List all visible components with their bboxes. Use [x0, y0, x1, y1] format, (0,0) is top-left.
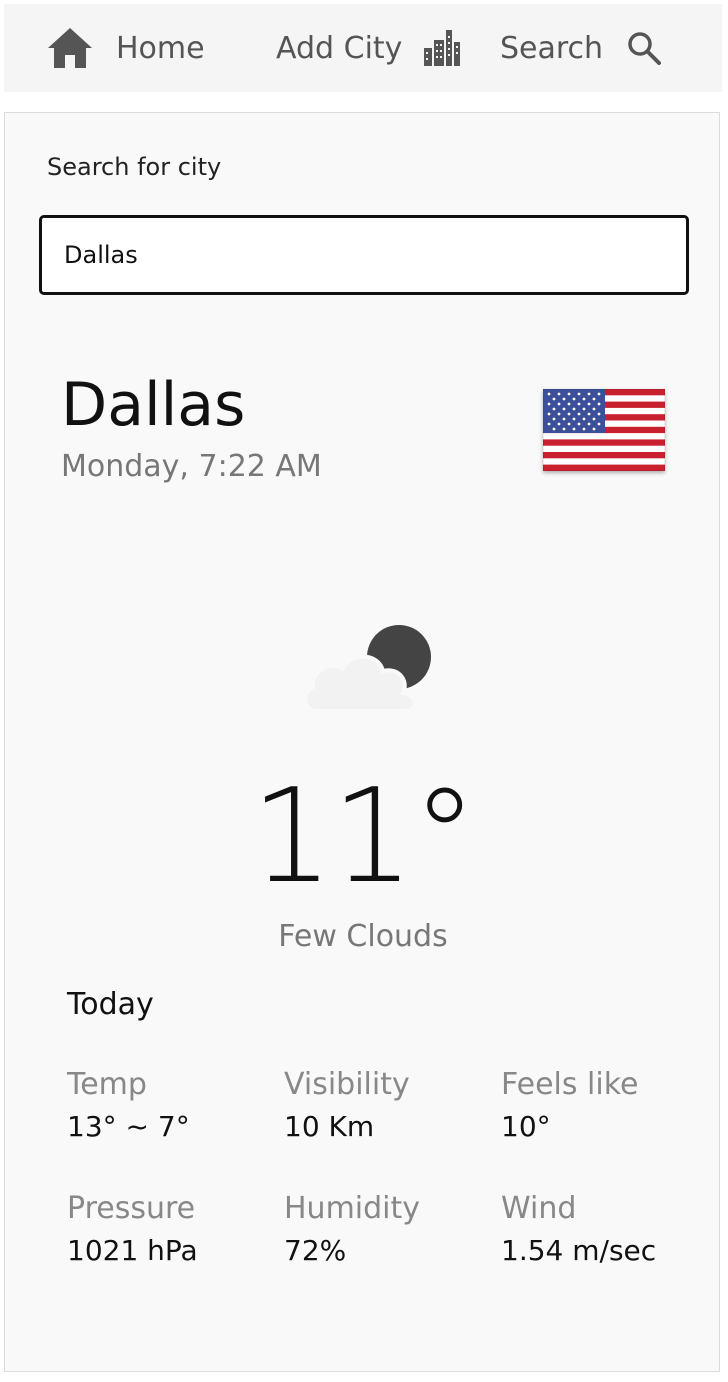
- today-heading: Today: [67, 987, 154, 1022]
- city-buildings-icon: [422, 28, 462, 68]
- top-nav: Home Add City Search: [4, 4, 722, 92]
- weather-condition: Few Clouds: [278, 919, 448, 954]
- stat-label: Visibility: [284, 1067, 410, 1102]
- stat-value: 10 Km: [284, 1110, 375, 1143]
- stat-value: 72%: [284, 1234, 347, 1267]
- stat-label: Pressure: [67, 1191, 196, 1226]
- stat-value: 10°: [501, 1110, 551, 1143]
- weather-card: Search for city Dallas Monday, 7:22 AM: [4, 112, 720, 1372]
- stat-temp: Temp 13° ~ 7°: [67, 1065, 267, 1147]
- nav-search-label: Search: [500, 30, 604, 66]
- city-name: Dallas: [61, 370, 246, 440]
- stat-feels-like: Feels like 10°: [501, 1065, 701, 1147]
- nav-home-link[interactable]: Home: [46, 4, 205, 92]
- stat-humidity: Humidity 72%: [284, 1189, 484, 1271]
- city-search-input[interactable]: [39, 215, 689, 295]
- search-label: Search for city: [47, 153, 222, 181]
- stat-label: Feels like: [501, 1067, 639, 1102]
- cloud-night-icon: [299, 619, 439, 723]
- nav-add-city-label: Add City: [276, 30, 403, 66]
- us-flag-icon: [542, 388, 666, 472]
- nav-search-link[interactable]: Search: [500, 4, 662, 92]
- stat-label: Wind: [501, 1191, 577, 1226]
- stat-value: 13° ~ 7°: [67, 1110, 190, 1143]
- stat-visibility: Visibility 10 Km: [284, 1065, 484, 1147]
- local-datetime: Monday, 7:22 AM: [61, 449, 322, 484]
- nav-add-city-link[interactable]: Add City: [276, 4, 462, 92]
- current-temperature: 11°: [250, 760, 477, 912]
- home-icon: [46, 26, 94, 70]
- stat-wind: Wind 1.54 m/sec: [501, 1189, 701, 1271]
- stat-label: Temp: [67, 1067, 147, 1102]
- stat-value: 1021 hPa: [67, 1234, 198, 1267]
- stat-pressure: Pressure 1021 hPa: [67, 1189, 267, 1271]
- search-icon: [627, 31, 662, 65]
- nav-home-label: Home: [116, 30, 205, 66]
- stat-label: Humidity: [284, 1191, 421, 1226]
- stat-value: 1.54 m/sec: [501, 1234, 657, 1267]
